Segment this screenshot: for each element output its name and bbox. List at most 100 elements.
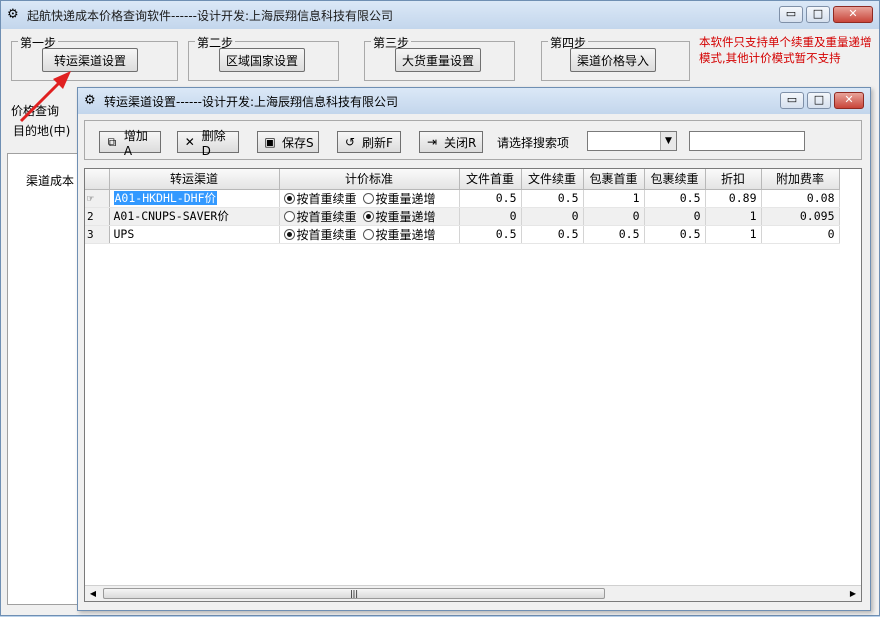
radio-weight-increase[interactable]: 按重量递增 [362,190,436,207]
child-minimize-button[interactable]: ▭ [780,92,804,109]
radio-icon [362,192,374,204]
channel-cell[interactable]: UPS [109,225,280,244]
step-1-group: 第一步 转运渠道设置 [11,34,178,81]
channel-table: 转运渠道 计价标准 文件首重 文件续重 包裹首重 包裹续重 折扣 附加费率 ☞ … [85,169,840,244]
step-3-group: 第三步 大货重量设置 [364,34,515,81]
radio-weight-increase[interactable]: 按重量递增 [362,208,436,225]
row-number[interactable]: 3 [85,225,110,244]
pricing-cell[interactable]: 按首重续重 按重量递增 [279,207,460,226]
channel-settings-button[interactable]: 转运渠道设置 [42,48,138,72]
table-row[interactable]: 2 A01-CNUPS-SAVER价 按首重续重 按重量递增 0 0 0 0 1 … [85,207,840,226]
radio-first-continue[interactable]: 按首重续重 [283,190,357,207]
radio-icon [283,228,295,240]
radio-icon [283,192,295,204]
channel-cell[interactable]: A01-HKDHL-DHF价 [109,189,280,208]
radio-icon [362,210,374,222]
close-button[interactable]: ✕ [833,6,873,23]
refresh-label: 刷新F [362,135,393,150]
child-app-icon: ⚙ [84,93,96,108]
discount-cell[interactable]: 1 [705,225,762,244]
price-query-group: 价格查询 目的地(中) [7,102,81,144]
pricing-cell[interactable]: 按首重续重 按重量递增 [279,189,460,208]
radio-label: 按重量递增 [375,191,436,206]
chevron-down-icon[interactable]: ▼ [660,132,676,150]
header-channel[interactable]: 转运渠道 [109,169,280,190]
channel-cell[interactable]: A01-CNUPS-SAVER价 [109,207,280,226]
radio-weight-increase[interactable]: 按重量递增 [362,226,436,243]
main-title: 起航快递成本价格查询软件------设计开发:上海辰翔信息科技有限公司 [27,8,394,23]
main-title-bar[interactable]: ⚙ 起航快递成本价格查询软件------设计开发:上海辰翔信息科技有限公司 ▭ … [1,1,879,29]
parcel-first-cell[interactable]: 0.5 [583,225,645,244]
table-row[interactable]: 3 UPS 按首重续重 按重量递增 0.5 0.5 0.5 0.5 1 0 [85,225,840,244]
toolbar: ⧉ 增加A ✕ 删除D ▣ 保存S ↺ 刷新F ⇥ 关闭R 请选择搜索项 ▼ [84,120,862,160]
radio-icon [283,210,295,222]
radio-label: 按首重续重 [296,227,357,242]
child-maximize-button[interactable]: □ [807,92,831,109]
channel-grid: 转运渠道 计价标准 文件首重 文件续重 包裹首重 包裹续重 折扣 附加费率 ☞ … [84,168,862,602]
price-query-label: 价格查询 [11,102,60,119]
parcel-first-cell[interactable]: 1 [583,189,645,208]
file-continue-cell[interactable]: 0.5 [521,189,584,208]
region-country-button[interactable]: 区域国家设置 [219,48,305,72]
child-window-controls: ▭ □ ✕ [780,92,864,109]
header-file-first[interactable]: 文件首重 [459,169,522,190]
horizontal-scrollbar[interactable]: ◀ ||| ▶ [85,585,861,601]
discount-cell[interactable]: 0.89 [705,189,762,208]
header-pricing-standard[interactable]: 计价标准 [279,169,460,190]
parcel-continue-cell[interactable]: 0 [644,207,706,226]
file-continue-cell[interactable]: 0 [521,207,584,226]
surcharge-cell[interactable]: 0 [761,225,840,244]
search-field-select[interactable]: ▼ [587,131,677,151]
file-first-cell[interactable]: 0 [459,207,522,226]
radio-icon [362,228,374,240]
surcharge-cell[interactable]: 0.095 [761,207,840,226]
price-import-button[interactable]: 渠道价格导入 [570,48,656,72]
header-parcel-first[interactable]: 包裹首重 [583,169,645,190]
channel-cost-tab-label: 渠道成本 [26,174,75,188]
discount-cell[interactable]: 1 [705,207,762,226]
app-icon: ⚙ [7,7,19,22]
exit-icon: ⇥ [426,135,438,149]
child-title-bar[interactable]: ⚙ 转运渠道设置------设计开发:上海辰翔信息科技有限公司 ▭ □ ✕ [78,88,870,114]
close-label: 关闭R [444,135,477,150]
surcharge-cell[interactable]: 0.08 [761,189,840,208]
radio-first-continue[interactable]: 按首重续重 [283,208,357,225]
channel-cost-panel[interactable]: 渠道成本 [7,153,81,605]
close-window-button[interactable]: ⇥ 关闭R [419,131,483,153]
radio-first-continue[interactable]: 按首重续重 [283,226,357,243]
pricing-cell[interactable]: 按首重续重 按重量递增 [279,225,460,244]
file-first-cell[interactable]: 0.5 [459,189,522,208]
scroll-thumb[interactable]: ||| [103,588,605,599]
parcel-continue-cell[interactable]: 0.5 [644,189,706,208]
search-input[interactable] [689,131,805,151]
radio-label: 按首重续重 [296,191,357,206]
header-file-continue[interactable]: 文件续重 [521,169,584,190]
refresh-button[interactable]: ↺ 刷新F [337,131,401,153]
header-discount[interactable]: 折扣 [705,169,762,190]
row-number[interactable]: 2 [85,207,110,226]
delete-button[interactable]: ✕ 删除D [177,129,239,158]
main-window: ⚙ 起航快递成本价格查询软件------设计开发:上海辰翔信息科技有限公司 ▭ … [0,0,880,616]
add-label: 增加A [123,128,148,158]
radio-label: 按重量递增 [375,209,436,224]
row-pointer[interactable]: ☞ [85,189,110,208]
header-parcel-continue[interactable]: 包裹续重 [644,169,706,190]
maximize-button[interactable]: □ [806,6,830,23]
save-button[interactable]: ▣ 保存S [257,131,319,153]
add-button[interactable]: ⧉ 增加A [99,129,161,158]
minimize-button[interactable]: ▭ [779,6,803,23]
radio-label: 按首重续重 [296,209,357,224]
child-close-button[interactable]: ✕ [834,92,864,109]
destination-label: 目的地(中) [13,124,71,138]
scroll-right-icon[interactable]: ▶ [845,586,861,601]
parcel-first-cell[interactable]: 0 [583,207,645,226]
header-surcharge[interactable]: 附加费率 [761,169,840,190]
scroll-left-icon[interactable]: ◀ [85,586,101,601]
file-first-cell[interactable]: 0.5 [459,225,522,244]
file-continue-cell[interactable]: 0.5 [521,225,584,244]
table-row[interactable]: ☞ A01-HKDHL-DHF价 按首重续重 按重量递增 0.5 0.5 1 0.… [85,189,840,208]
parcel-continue-cell[interactable]: 0.5 [644,225,706,244]
delete-label: 删除D [201,128,226,158]
bulk-weight-button[interactable]: 大货重量设置 [395,48,481,72]
hand-pointer-icon: ☞ [87,191,94,205]
